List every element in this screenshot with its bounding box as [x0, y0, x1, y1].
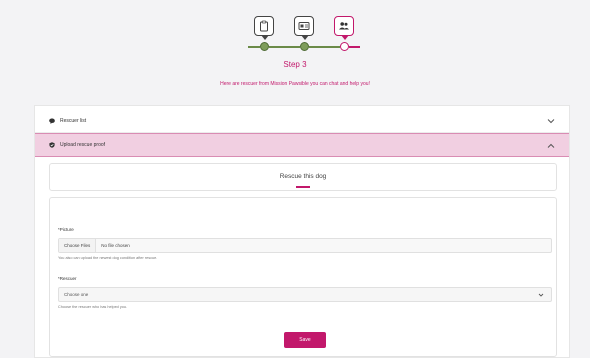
rescuer-label: *Rescuer: [58, 276, 77, 281]
step-indicator-2: [300, 42, 309, 51]
shield-icon: [49, 142, 55, 148]
main-panel: Rescuer list Upload rescue proof Rescue …: [34, 105, 570, 358]
chevron-down-icon: [538, 292, 544, 298]
tab-rescue-this-dog[interactable]: Rescue this dog: [49, 163, 557, 191]
save-button[interactable]: Save: [284, 332, 326, 348]
choose-files-button[interactable]: Choose Files: [59, 239, 97, 252]
step-title: Step 3: [283, 60, 307, 69]
rescue-proof-form: *Picture Choose Files No file chosen You…: [49, 197, 557, 357]
picture-file-input[interactable]: Choose Files No file chosen: [58, 238, 552, 253]
accordion-upload-rescue-proof[interactable]: Upload rescue proof: [35, 133, 569, 157]
progress-stepper: [248, 16, 360, 52]
accordion-label: Rescuer list: [60, 117, 87, 124]
chevron-up-icon[interactable]: [547, 142, 555, 150]
users-icon: [334, 16, 354, 40]
id-card-icon: [294, 16, 314, 40]
step-connector: [349, 46, 360, 48]
clipboard-icon: [254, 16, 274, 40]
rescuer-select[interactable]: Choose one: [58, 287, 552, 302]
tab-active-indicator: [296, 186, 310, 188]
rescuer-select-value: Choose one: [64, 292, 89, 297]
tab-label: Rescue this dog: [279, 173, 327, 180]
chevron-down-icon[interactable]: [547, 117, 555, 125]
picture-help-text: You also can upload the newest dog condi…: [58, 256, 158, 260]
file-status: No file chosen: [101, 243, 130, 248]
step-indicator-1: [260, 42, 269, 51]
step-connector: [269, 46, 300, 48]
step-indicator-3: [340, 42, 349, 51]
accordion-rescuer-list[interactable]: Rescuer list: [35, 109, 569, 133]
rescuer-help-text: Choose the rescuer who has helped you.: [58, 305, 128, 309]
chat-bubble-icon: [49, 118, 55, 124]
step-connector: [248, 46, 260, 48]
accordion-label: Upload rescue proof: [60, 142, 106, 148]
step-connector: [309, 46, 340, 48]
picture-label: *Picture: [58, 227, 74, 232]
step-subtitle: Here are rescuer from Mission Pawsible y…: [220, 81, 370, 87]
